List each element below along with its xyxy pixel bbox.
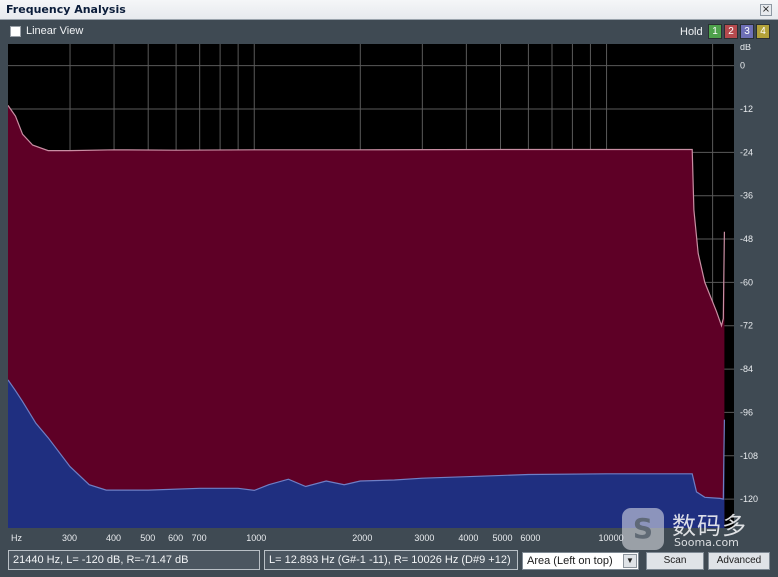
hold-button-1[interactable]: 1 <box>708 24 722 39</box>
peak-readout: L= 12.893 Hz (G#-1 -11), R= 10026 Hz (D#… <box>264 550 518 570</box>
x-tick-label: 10000 <box>599 533 624 543</box>
y-tick-label: -48 <box>740 234 753 244</box>
watermark-logo-icon: S <box>622 508 664 550</box>
x-tick-label: 300 <box>62 533 77 543</box>
hold-button-4[interactable]: 4 <box>756 24 770 39</box>
y-tick-label: -84 <box>740 364 753 374</box>
hold-label: Hold <box>680 26 703 38</box>
x-tick-label: 2000 <box>352 533 372 543</box>
advanced-button[interactable]: Advanced <box>708 552 770 570</box>
close-button[interactable]: × <box>760 4 772 16</box>
y-tick-label: -108 <box>740 451 758 461</box>
hold-button-3[interactable]: 3 <box>740 24 754 39</box>
y-tick-label: -60 <box>740 277 753 287</box>
x-tick-label: 6000 <box>520 533 540 543</box>
spectrum-plot[interactable]: dB 0 -12 -24 -36 -48 -60 -72 -84 -96 -108 -120 Hz 300… <box>8 44 766 549</box>
display-mode-select[interactable]: Area (Left on top) ▼ <box>522 552 639 570</box>
y-axis-unit: dB <box>740 44 751 52</box>
y-tick-label: -24 <box>740 147 753 157</box>
watermark-english-text: Sooma.com <box>674 536 739 549</box>
frequency-analysis-window: Frequency Analysis × Linear View Hold 1 … <box>0 0 778 577</box>
series-area-1 <box>8 105 725 529</box>
scan-button[interactable]: Scan <box>646 552 704 570</box>
x-tick-label: 5000 <box>493 533 513 543</box>
hold-button-2[interactable]: 2 <box>724 24 738 39</box>
display-mode-value: Area (Left on top) <box>527 555 613 567</box>
chevron-down-icon[interactable]: ▼ <box>623 554 637 568</box>
x-tick-label: 600 <box>168 533 183 543</box>
spectrum-chart: dB 0 -12 -24 -36 -48 -60 -72 -84 -96 -108 -120 Hz 300… <box>8 44 766 549</box>
linear-view-label[interactable]: Linear View <box>26 25 83 37</box>
y-tick-label: -120 <box>740 494 758 504</box>
x-tick-label: 500 <box>140 533 155 543</box>
y-tick-label: -96 <box>740 407 753 417</box>
x-tick-label: 700 <box>192 533 207 543</box>
cursor-readout: 21440 Hz, L= -120 dB, R=-71.47 dB <box>8 550 260 570</box>
title-bar[interactable]: Frequency Analysis × <box>0 0 778 20</box>
y-tick-label: -36 <box>740 191 753 201</box>
x-axis-unit: Hz <box>11 533 22 543</box>
x-tick-label: 3000 <box>414 533 434 543</box>
x-tick-label: 4000 <box>458 533 478 543</box>
top-toolbar: Linear View Hold 1 2 3 4 <box>0 20 778 44</box>
linear-view-checkbox[interactable] <box>10 26 21 37</box>
watermark: S 数码多 Sooma.com <box>622 506 762 550</box>
x-tick-label: 400 <box>106 533 121 543</box>
y-tick-label: -72 <box>740 321 753 331</box>
y-tick-label: 0 <box>740 61 745 71</box>
y-tick-label: -12 <box>740 104 753 114</box>
window-title: Frequency Analysis <box>6 3 126 16</box>
x-tick-label: 1000 <box>246 533 266 543</box>
